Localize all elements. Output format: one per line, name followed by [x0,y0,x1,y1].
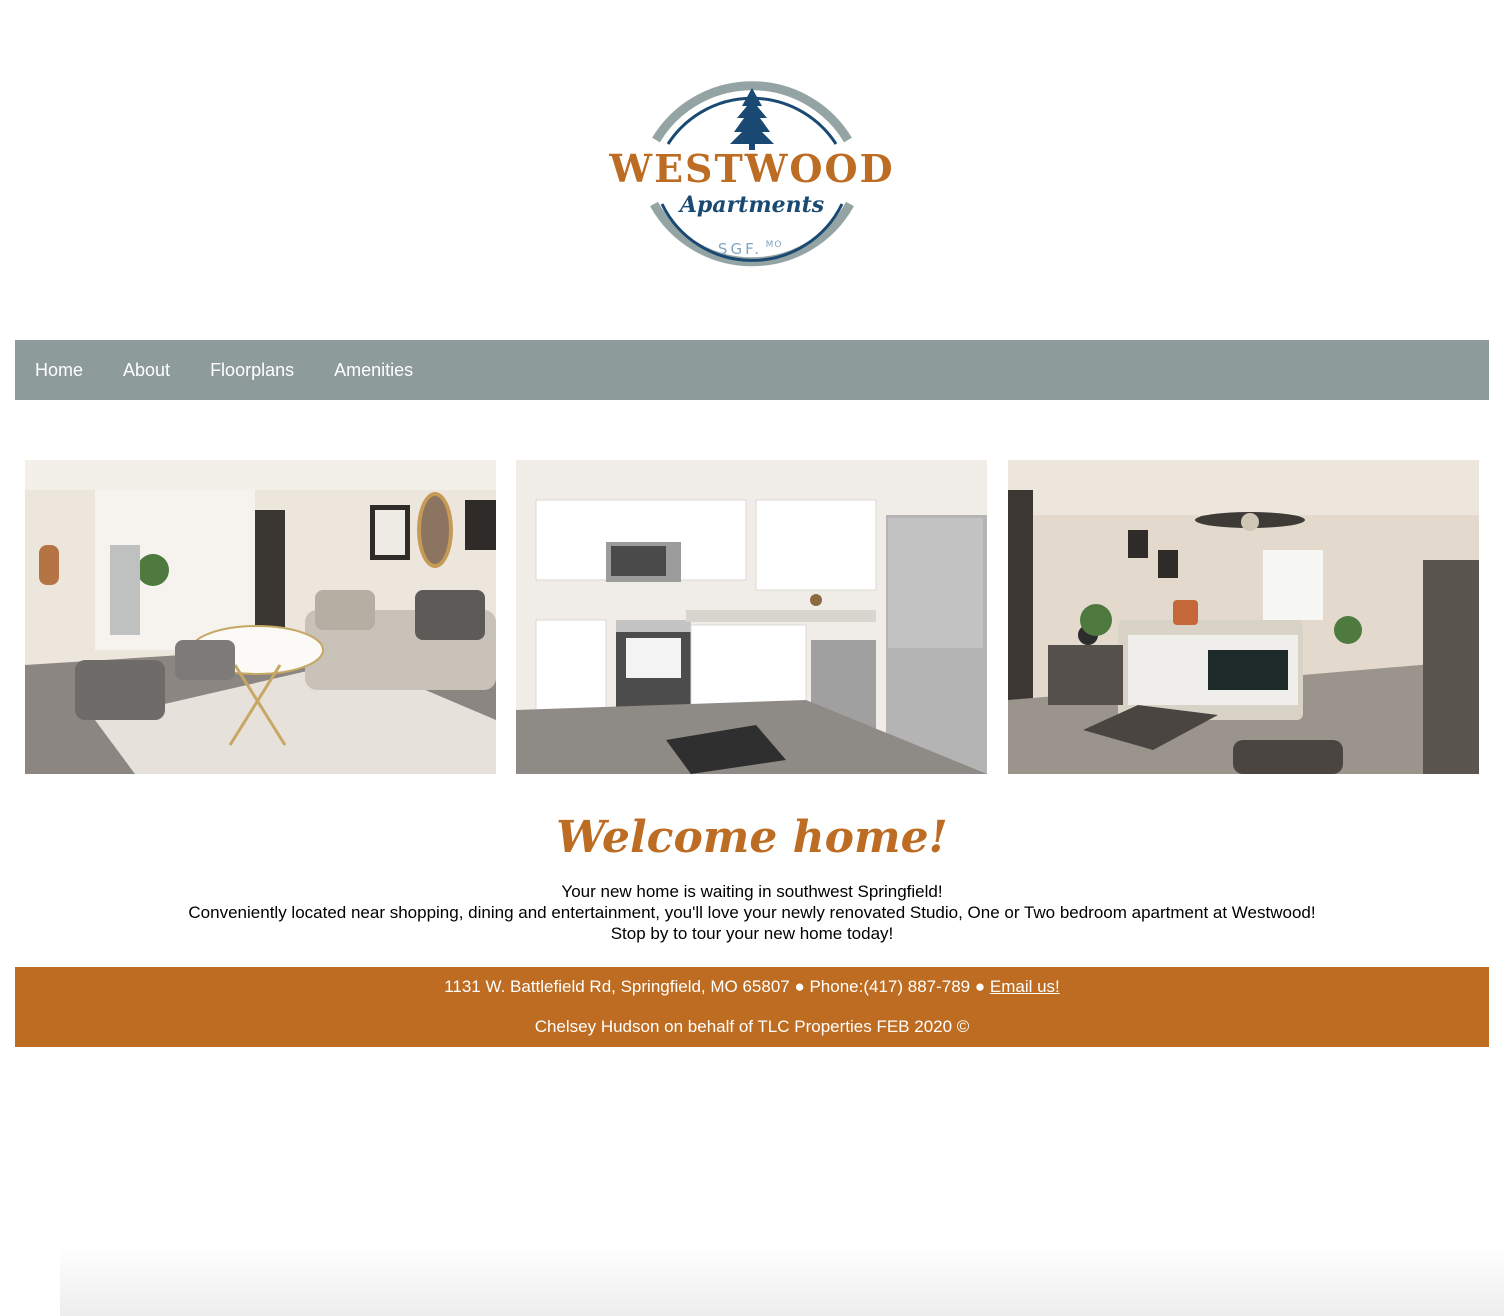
logo-location: SGF. [718,240,762,258]
footer-contact-text: 1131 W. Battlefield Rd, Springfield, MO … [444,977,990,996]
logo-script: Apartments [678,192,824,218]
nav-about[interactable]: About [103,340,190,400]
nav-floorplans[interactable]: Floorplans [190,340,314,400]
logo-state: MO [766,240,783,250]
bedroom-photo [1008,460,1479,774]
welcome-heading: Welcome home! [556,812,948,863]
email-link[interactable]: Email us! [990,977,1060,996]
pine-tree-icon [730,88,774,150]
page-bottom-shadow [60,1246,1504,1316]
footer-contact: 1131 W. Battlefield Rd, Springfield, MO … [15,977,1489,997]
main-nav: Home About Floorplans Amenities [15,340,1489,400]
intro-line: Stop by to tour your new home today! [610,924,894,943]
photo-gallery [25,460,1479,774]
intro-line: Conveniently located near shopping, dini… [188,903,1316,922]
intro-line: Your new home is waiting in southwest Sp… [561,882,943,901]
logo-wordmark: WESTWOOD [608,146,894,191]
nav-amenities[interactable]: Amenities [314,340,433,400]
westwood-logo[interactable]: WESTWOOD Apartments SGF. MO [596,62,908,288]
living-room-photo [25,460,496,774]
intro-text: Your new home is waiting in southwest Sp… [0,881,1504,944]
kitchen-photo [516,460,987,774]
site-footer: 1131 W. Battlefield Rd, Springfield, MO … [15,967,1489,1047]
nav-home[interactable]: Home [15,340,103,400]
logo-emblem: WESTWOOD Apartments SGF. MO [608,81,894,267]
footer-credit: Chelsey Hudson on behalf of TLC Properti… [534,1017,970,1036]
